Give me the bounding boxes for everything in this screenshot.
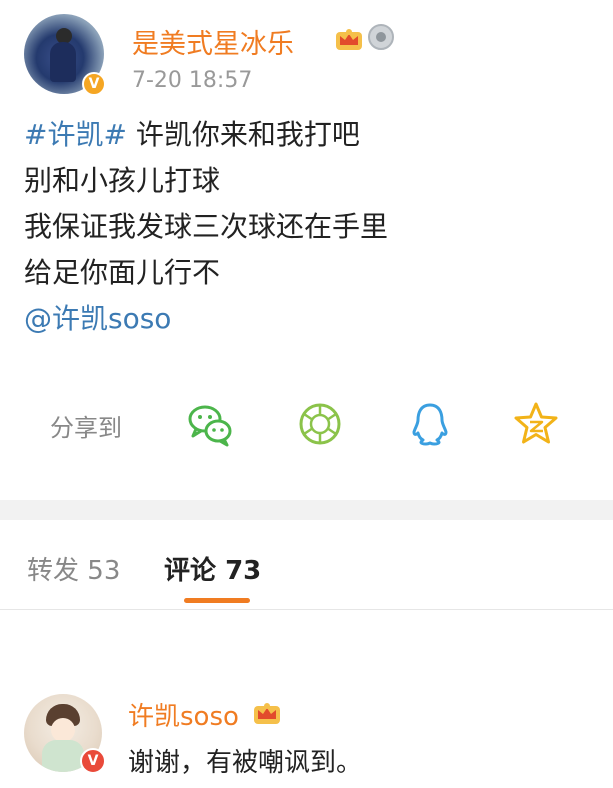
post-time: 7-20 18:57 xyxy=(132,68,253,93)
qq-icon[interactable] xyxy=(406,400,454,448)
tab-repost[interactable]: 转发 53 xyxy=(27,550,120,587)
share-bar: 分享到 xyxy=(50,400,590,448)
avatar-face xyxy=(51,718,75,742)
verified-badge-icon: V xyxy=(82,72,106,96)
moments-icon[interactable] xyxy=(296,400,344,448)
crown-icon xyxy=(254,703,280,724)
post-text-1: 许凯你来和我打吧 xyxy=(126,118,360,151)
comment-item: V 许凯soso 谢谢，有被嘲讽到。 xyxy=(24,690,613,788)
post-line-2: 别和小孩儿打球 xyxy=(24,164,221,197)
avatar-robe xyxy=(42,740,84,772)
tab-comment[interactable]: 评论 73 xyxy=(164,550,261,587)
post-line-4: 给足你面儿行不 xyxy=(24,256,221,289)
post-tabs: 转发 53 评论 73 xyxy=(0,520,613,610)
tab-repost-label: 转发 xyxy=(27,556,80,586)
hashtag-link[interactable]: #许凯# xyxy=(24,118,127,151)
author-name[interactable]: 是美式星冰乐 xyxy=(132,22,294,61)
commenter-name[interactable]: 许凯soso xyxy=(128,696,239,733)
tab-comment-label: 评论 xyxy=(164,556,217,586)
crown-icon xyxy=(336,29,362,50)
post-content: #许凯# 许凯你来和我打吧 别和小孩儿打球 我保证我发球三次球还在手里 给足你面… xyxy=(24,112,604,342)
comment-text: 谢谢，有被嘲讽到。 xyxy=(128,748,363,778)
mention-link[interactable]: @许凯soso xyxy=(24,296,604,342)
active-tab-indicator xyxy=(184,598,250,603)
commenter-verified-icon: V xyxy=(80,748,106,774)
wechat-icon[interactable] xyxy=(186,400,234,448)
post-line-3: 我保证我发球三次球还在手里 xyxy=(24,210,389,243)
post-line-1: #许凯# 许凯你来和我打吧 xyxy=(24,112,604,158)
qzone-icon[interactable] xyxy=(512,400,560,448)
section-divider xyxy=(0,500,613,520)
post-header: V 是美式星冰乐 7-20 18:57 xyxy=(24,14,613,100)
tab-repost-count: 53 xyxy=(87,556,121,586)
tab-comment-count: 73 xyxy=(225,556,262,586)
avatar-figure-body xyxy=(50,42,76,82)
medal-icon[interactable] xyxy=(368,24,394,50)
share-label: 分享到 xyxy=(50,414,122,442)
